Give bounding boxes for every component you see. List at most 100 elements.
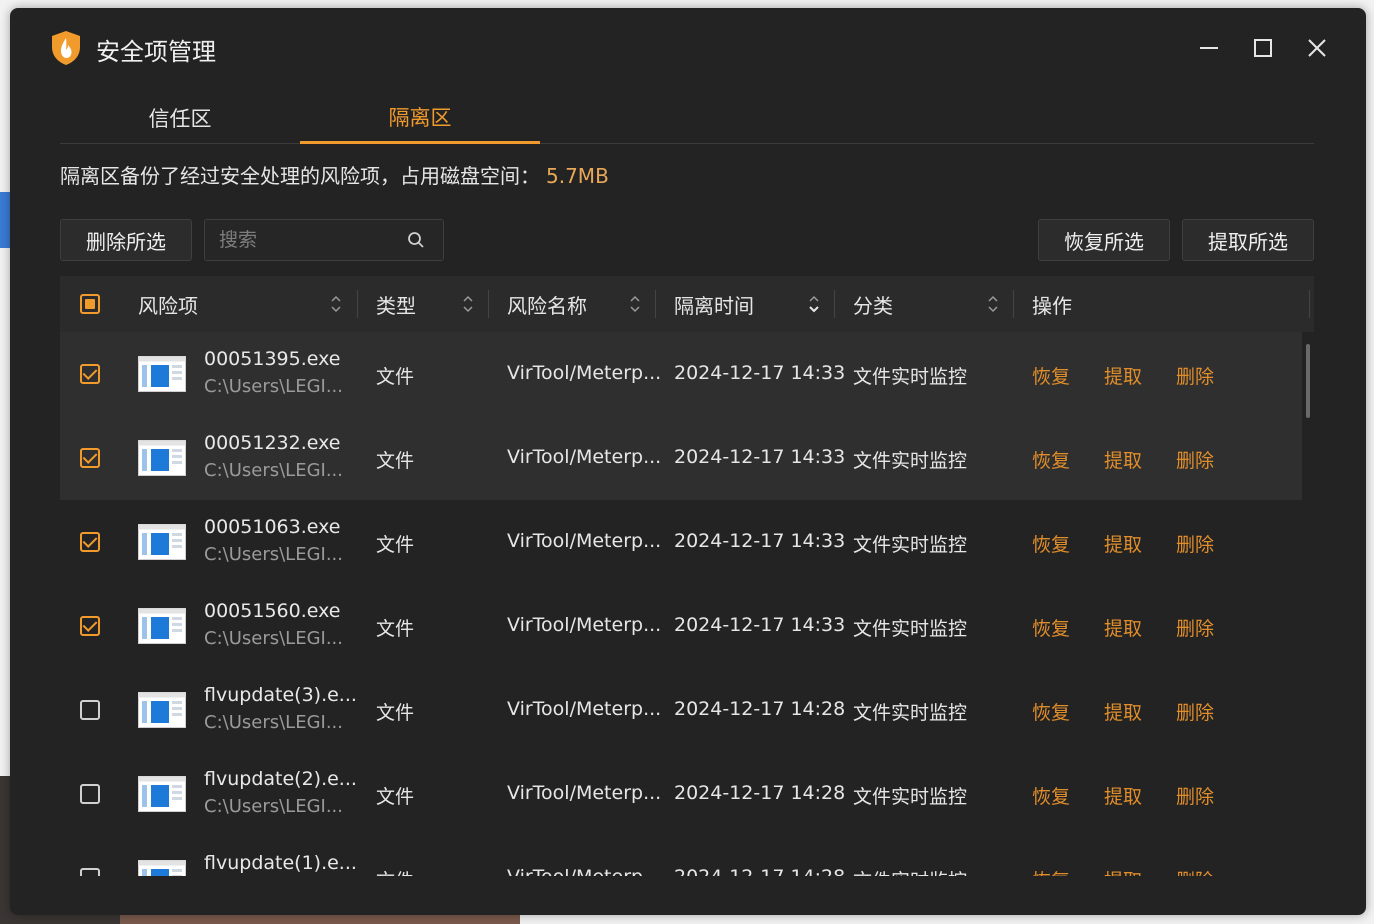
delete-link[interactable]: 删除 — [1176, 530, 1214, 557]
maximize-icon — [1254, 39, 1272, 57]
table-row[interactable]: 00051232.exe C:\Users\LEGI... 文件 VirTool/Me… — [60, 416, 1302, 500]
search-input[interactable] — [205, 220, 395, 260]
table-row[interactable]: 00051560.exe C:\Users\LEGI... 文件 VirTool/Me… — [60, 584, 1302, 668]
file-path: C:\Users\LEGI... — [204, 544, 343, 565]
close-button[interactable] — [1299, 30, 1335, 66]
file-path: C:\Users\LEGI... — [204, 796, 343, 817]
title-bar[interactable]: 安全项管理 — [10, 8, 1366, 88]
maximize-button[interactable] — [1245, 30, 1281, 66]
exe-file-icon — [138, 524, 186, 560]
delete-link[interactable]: 删除 — [1176, 782, 1214, 809]
detection-category: 文件实时监控 — [853, 866, 967, 876]
table-row[interactable]: flvupdate(3).e... C:\Users\LEGI... 文件 VirTo… — [60, 668, 1302, 752]
item-type: 文件 — [376, 534, 415, 556]
row-checkbox[interactable] — [80, 616, 100, 636]
delete-link[interactable]: 删除 — [1176, 866, 1214, 876]
quarantine-time: 2024-12-17 14:33 — [674, 614, 846, 636]
table-row[interactable]: flvupdate(2).e... C:\Users\LEGI... 文件 VirTo… — [60, 752, 1302, 836]
delete-link[interactable]: 删除 — [1176, 698, 1214, 725]
item-type: 文件 — [376, 786, 415, 808]
sort-icon[interactable] — [629, 293, 641, 315]
detection-category: 文件实时监控 — [853, 450, 968, 472]
tab-quarantine-zone[interactable]: 隔离区 — [300, 92, 540, 144]
extract-selected-button[interactable]: 提取所选 — [1182, 219, 1314, 261]
column-header-risk-item[interactable]: 风险项 — [138, 276, 198, 332]
zone-tabs: 信任区 隔离区 — [60, 92, 1314, 144]
quarantine-time: 2024-12-17 14:28 — [674, 782, 846, 804]
file-path: C:\Users\LEGI... — [204, 460, 343, 481]
delete-link[interactable]: 删除 — [1176, 362, 1214, 389]
quarantine-time: 2024-12-17 14:33 — [674, 446, 846, 468]
window-title: 安全项管理 — [96, 38, 216, 66]
column-header-category[interactable]: 分类 — [853, 276, 893, 332]
file-path: C:\Users\LEGI... — [204, 376, 343, 397]
row-checkbox[interactable] — [80, 448, 100, 468]
quarantine-time: 2024-12-17 14:33 — [674, 362, 846, 384]
row-checkbox[interactable] — [80, 784, 100, 804]
row-checkbox[interactable] — [80, 868, 100, 876]
sort-icon[interactable] — [462, 293, 474, 315]
restore-selected-button[interactable]: 恢复所选 — [1038, 219, 1170, 261]
table-row[interactable]: 00051395.exe C:\Users\LEGI... 文件 VirTool/Me… — [60, 332, 1302, 416]
restore-link[interactable]: 恢复 — [1032, 362, 1070, 389]
column-divider — [834, 290, 835, 318]
risk-name: VirTool/Meterp... — [507, 614, 662, 636]
column-header-risk-name[interactable]: 风险名称 — [507, 276, 587, 332]
extract-link[interactable]: 提取 — [1104, 446, 1142, 473]
extract-link[interactable]: 提取 — [1104, 782, 1142, 809]
restore-link[interactable]: 恢复 — [1032, 698, 1070, 725]
minimize-button[interactable] — [1191, 30, 1227, 66]
exe-file-icon — [138, 440, 186, 476]
restore-link[interactable]: 恢复 — [1032, 530, 1070, 557]
item-type: 文件 — [376, 866, 414, 876]
restore-link[interactable]: 恢复 — [1032, 446, 1070, 473]
quarantine-time: 2024-12-17 14:28 — [674, 698, 846, 720]
table-scrollbar[interactable] — [1306, 344, 1310, 418]
select-all-checkbox[interactable] — [80, 294, 100, 314]
disk-usage-value: 5.7MB — [546, 164, 609, 188]
restore-link[interactable]: 恢复 — [1032, 866, 1070, 876]
restore-link[interactable]: 恢复 — [1032, 614, 1070, 641]
extract-link[interactable]: 提取 — [1104, 362, 1142, 389]
search-icon[interactable] — [407, 231, 425, 249]
file-path: C:\Users\LEGI... — [204, 712, 343, 733]
file-name: flvupdate(1).e... — [204, 852, 357, 874]
extract-link[interactable]: 提取 — [1104, 614, 1142, 641]
file-path: C:\Users\LEGI... — [204, 628, 343, 649]
row-checkbox[interactable] — [80, 364, 100, 384]
file-name: 00051395.exe — [204, 348, 341, 370]
column-divider — [1013, 290, 1014, 318]
risk-name: VirTool/Meterp... — [507, 698, 662, 720]
detection-category: 文件实时监控 — [853, 702, 968, 724]
table-row[interactable]: flvupdate(1).e...C:\Users\LEGI...文件VirTo… — [60, 836, 1302, 876]
exe-file-icon — [138, 608, 186, 644]
extract-link[interactable]: 提取 — [1104, 530, 1142, 557]
file-name: 00051063.exe — [204, 516, 341, 538]
row-checkbox[interactable] — [80, 700, 100, 720]
quarantine-info-text: 隔离区备份了经过安全处理的风险项，占用磁盘空间： — [60, 164, 540, 188]
tab-trust-zone[interactable]: 信任区 — [60, 92, 300, 144]
risk-name: VirTool/Meterp... — [507, 446, 662, 468]
exe-file-icon — [138, 692, 186, 728]
row-checkbox[interactable] — [80, 532, 100, 552]
column-header-type[interactable]: 类型 — [376, 276, 416, 332]
sort-icon[interactable] — [330, 293, 342, 315]
sort-icon[interactable] — [987, 293, 999, 315]
quarantine-table: 风险项 类型 风险名称 隔离时间 分类 操作 flvupdate(1).e...… — [60, 276, 1314, 876]
file-name: 00051560.exe — [204, 600, 341, 622]
file-name: 00051232.exe — [204, 432, 341, 454]
delete-link[interactable]: 删除 — [1176, 446, 1214, 473]
sort-desc-icon[interactable] — [808, 293, 820, 315]
column-header-quarantine-time[interactable]: 隔离时间 — [674, 276, 754, 332]
delete-selected-button[interactable]: 删除所选 — [60, 219, 192, 261]
restore-link[interactable]: 恢复 — [1032, 782, 1070, 809]
extract-link[interactable]: 提取 — [1104, 698, 1142, 725]
delete-link[interactable]: 删除 — [1176, 614, 1214, 641]
quarantine-time: 2024-12-17 14:28 — [674, 866, 845, 876]
column-divider — [1309, 290, 1310, 318]
column-divider — [488, 290, 489, 318]
risk-name: VirTool/Meterp... — [507, 362, 662, 384]
table-row[interactable]: 00051063.exe C:\Users\LEGI... 文件 VirTool/Me… — [60, 500, 1302, 584]
quarantine-time: 2024-12-17 14:33 — [674, 530, 846, 552]
extract-link[interactable]: 提取 — [1104, 866, 1142, 876]
